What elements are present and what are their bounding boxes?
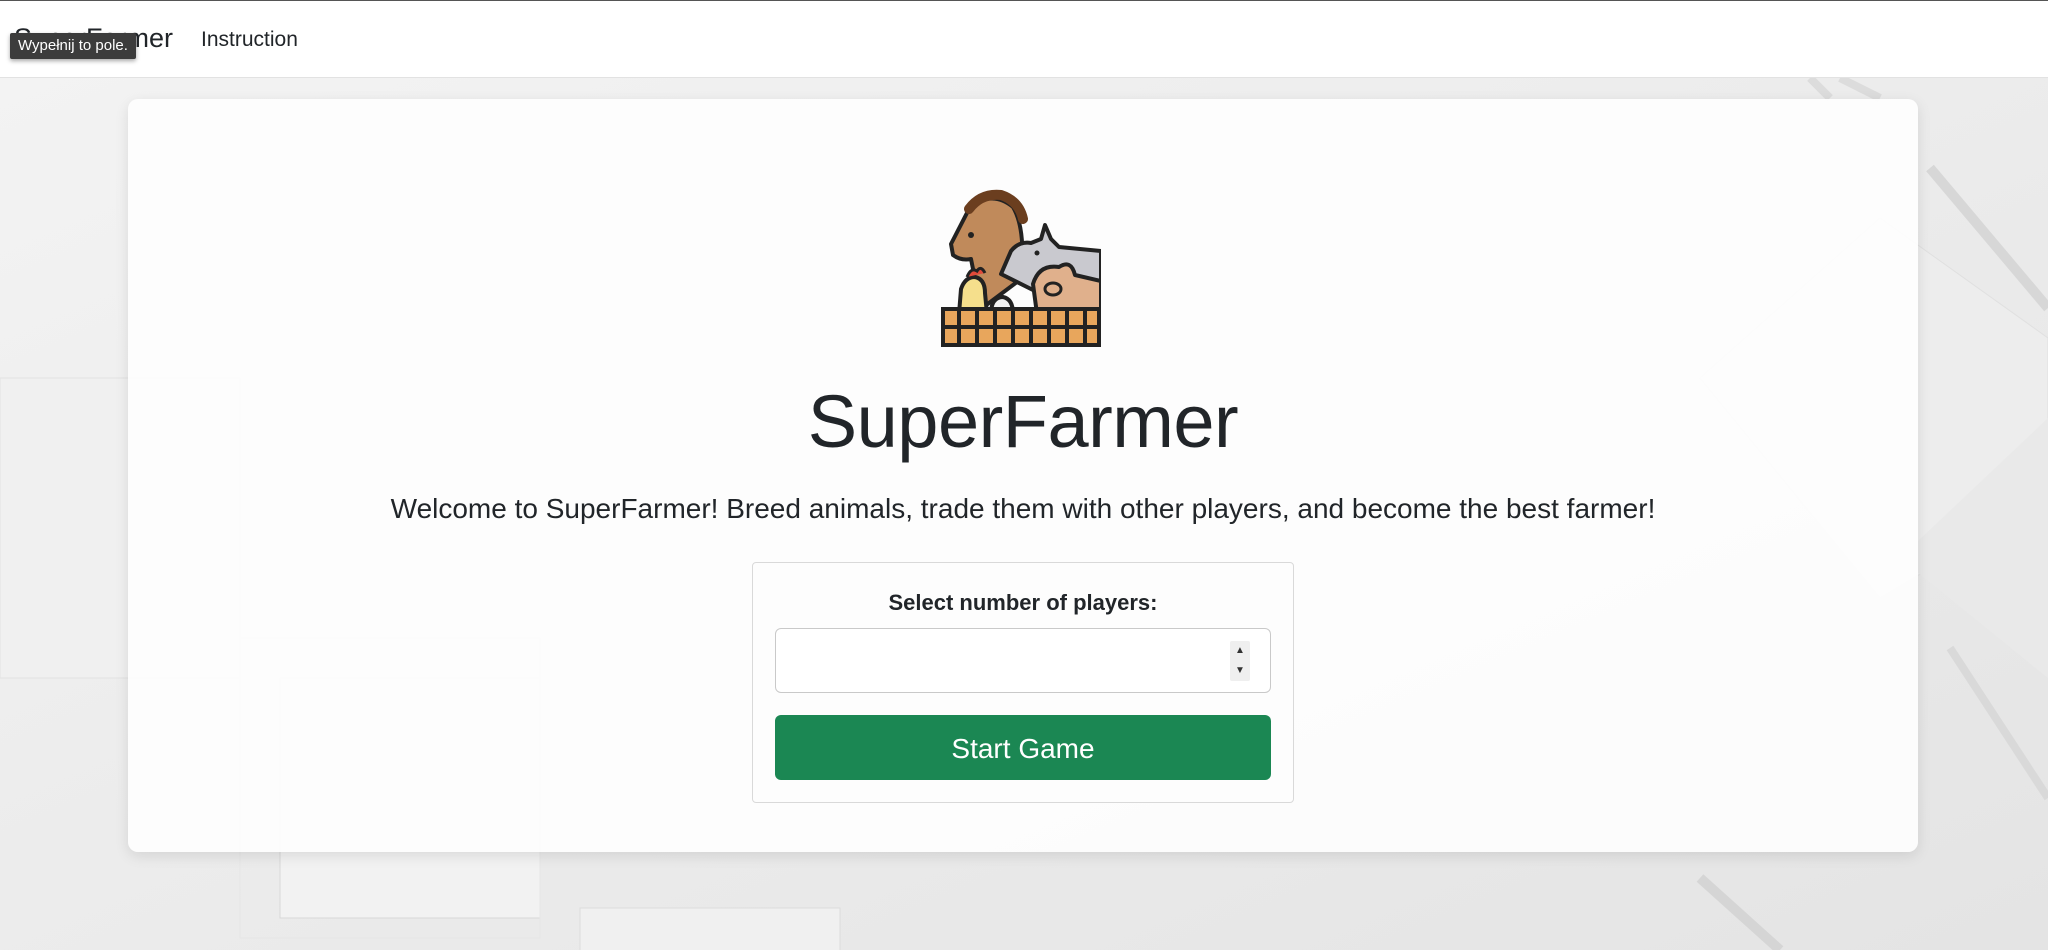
start-game-button[interactable]: Start Game — [775, 715, 1271, 780]
number-spinner[interactable]: ▲ ▼ — [1230, 641, 1250, 681]
navbar: SuperFarmer Instruction — [0, 1, 2048, 77]
farm-animals-icon — [941, 189, 1103, 349]
nav-link-instruction[interactable]: Instruction — [201, 28, 298, 52]
players-label: Select number of players: — [888, 590, 1158, 615]
welcome-card: SuperFarmer Welcome to SuperFarmer! Bree… — [128, 99, 1918, 852]
validation-tooltip: Wypełnij to pole. — [10, 33, 136, 59]
spin-up-icon[interactable]: ▲ — [1230, 641, 1250, 661]
page-title: SuperFarmer — [807, 380, 1239, 463]
spin-down-icon[interactable]: ▼ — [1230, 661, 1250, 681]
players-number-input[interactable]: ▲ ▼ — [775, 628, 1271, 693]
player-select-form: Select number of players: ▲ ▼ Start Game — [752, 562, 1294, 803]
welcome-text: Welcome to SuperFarmer! Breed animals, t… — [390, 493, 1656, 524]
